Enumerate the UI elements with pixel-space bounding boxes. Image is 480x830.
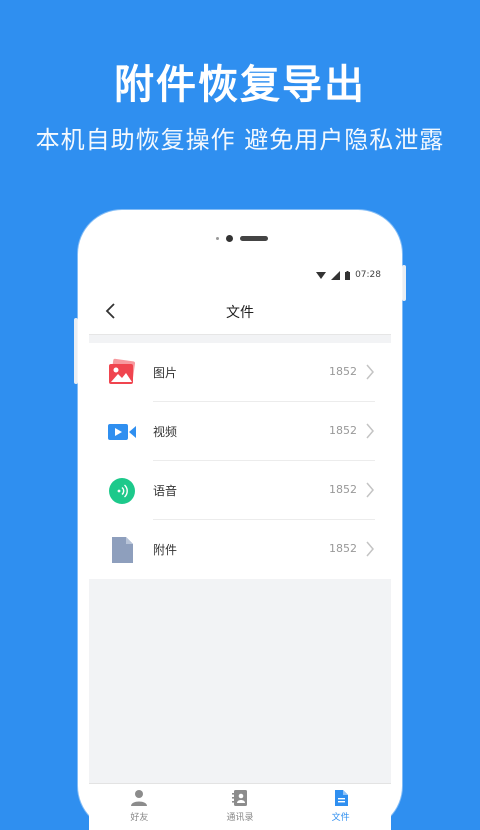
title-bar: 文件 — [89, 288, 391, 335]
sensor-dot — [216, 237, 219, 240]
list-item-label: 附件 — [153, 543, 178, 557]
tab-label: 文件 — [331, 813, 350, 823]
bottom-tab-bar: 好友 通讯录 文件 — [89, 783, 391, 830]
tab-label: 好友 — [130, 813, 149, 823]
status-time: 07:28 — [355, 270, 381, 280]
document-icon — [112, 537, 133, 563]
earpiece-speaker — [240, 236, 268, 241]
phone-side-button — [402, 265, 406, 301]
file-icon — [334, 790, 348, 806]
audio-icon — [109, 478, 135, 504]
image-icon — [109, 358, 136, 384]
wifi-icon — [316, 272, 327, 279]
status-bar: 07:28 — [89, 264, 391, 288]
tab-files[interactable]: 文件 — [290, 784, 391, 830]
chevron-right-icon — [366, 482, 374, 498]
list-item-count: 1852 — [329, 542, 357, 555]
phone-screen: 07:28 文件 图片 1852 视频 1852 语音 1852 附件 1852… — [89, 264, 391, 830]
list-item-attachments[interactable]: 附件 1852 — [89, 520, 391, 579]
promo-title: 附件恢复导出 — [114, 62, 366, 108]
list-item-audio[interactable]: 语音 1852 — [89, 461, 391, 520]
file-category-list: 图片 1852 视频 1852 语音 1852 附件 1852 — [89, 343, 391, 579]
battery-icon — [345, 270, 351, 280]
phone-frame: 07:28 文件 图片 1852 视频 1852 语音 1852 附件 1852… — [78, 210, 402, 830]
contacts-icon — [232, 790, 247, 806]
list-item-label: 图片 — [153, 366, 178, 380]
video-icon — [108, 424, 136, 440]
list-item-count: 1852 — [329, 483, 357, 496]
signal-icon — [331, 270, 341, 280]
page-title: 文件 — [226, 305, 254, 321]
chevron-right-icon — [366, 541, 374, 557]
chevron-right-icon — [366, 423, 374, 439]
chevron-right-icon — [366, 364, 374, 380]
list-item-videos[interactable]: 视频 1852 — [89, 402, 391, 461]
tab-label: 通讯录 — [226, 813, 254, 823]
list-item-label: 视频 — [153, 425, 178, 439]
tab-contacts[interactable]: 通讯录 — [190, 784, 291, 830]
list-item-count: 1852 — [329, 424, 357, 437]
list-item-count: 1852 — [329, 365, 357, 378]
person-icon — [131, 790, 148, 806]
front-camera — [226, 235, 233, 242]
tab-friends[interactable]: 好友 — [89, 784, 190, 830]
list-item-images[interactable]: 图片 1852 — [89, 343, 391, 402]
promo-subtitle: 本机自助恢复操作 避免用户隐私泄露 — [35, 126, 445, 154]
list-item-label: 语音 — [153, 484, 178, 498]
